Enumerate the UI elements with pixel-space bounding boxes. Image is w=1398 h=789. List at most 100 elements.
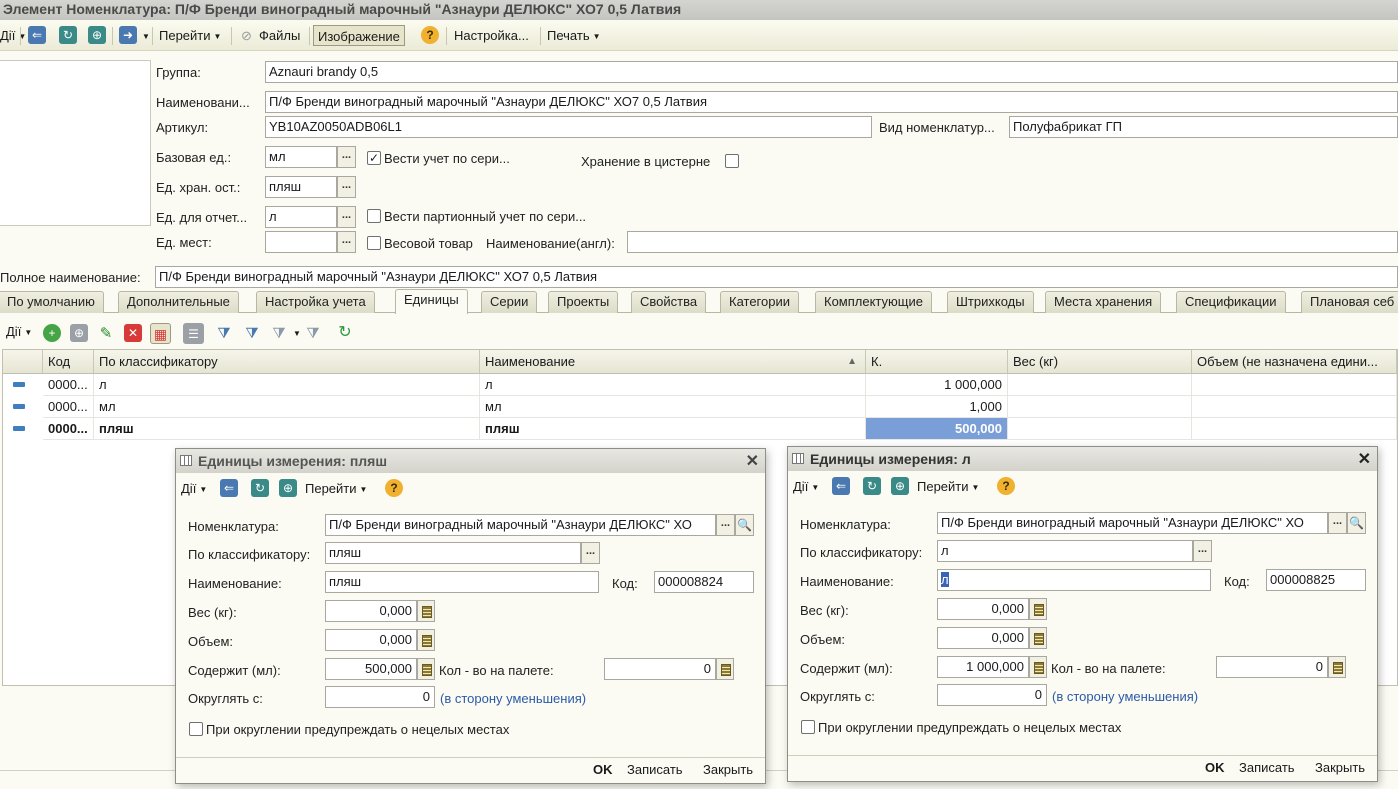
calculator-icon[interactable] (417, 658, 435, 680)
filter-icon[interactable]: ⧩ (215, 324, 233, 342)
filter-value-icon[interactable]: ⧩ (243, 324, 261, 342)
dialog-title-bar[interactable]: Единицы измерения: л (788, 447, 1377, 471)
cell-weight[interactable] (1008, 396, 1192, 418)
refresh-list-icon[interactable]: ↻ (336, 324, 354, 342)
column-header-volume[interactable]: Объем (не назначена едини... (1192, 350, 1397, 374)
tab-specifications[interactable]: Спецификации (1176, 291, 1286, 313)
units-actions-menu[interactable]: Дії ▼ (6, 321, 32, 342)
batch-checkbox[interactable] (367, 209, 381, 223)
ok-button[interactable]: OK (593, 762, 613, 777)
warn-checkbox[interactable] (189, 722, 203, 736)
save-close-icon[interactable]: ⇐ (832, 477, 850, 495)
save-close-icon[interactable]: ⇐ (220, 479, 238, 497)
edit-row-icon[interactable]: ✎ (97, 324, 115, 342)
tank-checkbox[interactable] (725, 154, 739, 168)
report-unit-field[interactable]: л (265, 206, 337, 228)
close-button[interactable]: Закрыть (1315, 760, 1365, 775)
help-icon[interactable]: ? (421, 26, 439, 44)
dialog-title-bar[interactable]: Единицы измерения: пляш (176, 449, 765, 473)
nomenclature-select-button[interactable]: ... (716, 514, 735, 536)
unit-name-field[interactable]: л (937, 569, 1211, 591)
close-icon[interactable]: ✕ (1358, 449, 1371, 469)
calculator-icon[interactable] (417, 629, 435, 651)
chevron-down-icon[interactable]: ▼ (293, 329, 301, 338)
tab-properties[interactable]: Свойства (631, 291, 707, 313)
cell-volume[interactable] (1192, 418, 1397, 440)
classifier-select-button[interactable]: ... (1193, 540, 1212, 562)
save-close-icon[interactable]: ⇐ (28, 26, 46, 44)
tab-series[interactable]: Серии (481, 291, 538, 313)
save-button[interactable]: Записать (1239, 760, 1295, 775)
calculator-icon[interactable] (716, 658, 734, 680)
series-checkbox[interactable]: ✓ (367, 151, 381, 165)
full-name-field[interactable]: П/Ф Бренди виноградный марочный "Азнаури… (155, 266, 1398, 288)
warn-checkbox[interactable] (801, 720, 815, 734)
mark-delete-icon[interactable]: ▦ (150, 323, 171, 344)
dialog-actions-menu[interactable]: Дії ▼ (793, 476, 819, 497)
dialog-goto-menu[interactable]: Перейти ▼ (917, 476, 979, 497)
copy-icon[interactable]: ⊕ (279, 479, 297, 497)
classifier-field[interactable]: л (937, 540, 1193, 562)
column-header-name[interactable]: Наименование ▲ (480, 350, 866, 374)
image-preview[interactable] (0, 60, 151, 226)
tab-planned-cost[interactable]: Плановая себ (1301, 291, 1398, 313)
tab-additional[interactable]: Дополнительные (118, 291, 239, 313)
cell-name[interactable]: л (480, 374, 866, 396)
cell-k[interactable]: 1 000,000 (866, 374, 1008, 396)
weight-field[interactable]: 0,000 (937, 598, 1029, 620)
contains-field[interactable]: 500,000 (325, 658, 417, 680)
dialog-actions-menu[interactable]: Дії ▼ (181, 478, 207, 499)
actions-menu[interactable]: Дії ▼ (0, 25, 26, 46)
cell-name[interactable]: пляш (480, 418, 866, 440)
tab-storage-places[interactable]: Места хранения (1045, 291, 1162, 313)
copy-row-icon[interactable]: ⊕ (70, 324, 88, 342)
copy-icon[interactable]: ⊕ (88, 26, 106, 44)
code-field[interactable]: 000008824 (654, 571, 754, 593)
search-icon[interactable]: 🔍 (1347, 512, 1366, 534)
clear-filter-icon[interactable]: ⧩ (304, 324, 322, 342)
cell-volume[interactable] (1192, 374, 1397, 396)
refresh-icon[interactable]: ↻ (863, 477, 881, 495)
help-icon[interactable]: ? (997, 477, 1015, 495)
weight-field[interactable]: 0,000 (325, 600, 417, 622)
cell-k[interactable]: 1,000 (866, 396, 1008, 418)
delete-row-icon[interactable]: ✕ (124, 324, 142, 342)
classifier-field[interactable]: пляш (325, 542, 581, 564)
column-header-code[interactable]: Код (43, 350, 94, 374)
cell-weight[interactable] (1008, 374, 1192, 396)
round-mode-link[interactable]: (в сторону уменьшения) (440, 691, 586, 706)
cell-weight[interactable] (1008, 418, 1192, 440)
nomenclature-select-button[interactable]: ... (1328, 512, 1347, 534)
save-button[interactable]: Записать (627, 762, 683, 777)
round-field[interactable]: 0 (937, 684, 1047, 706)
column-header-classifier[interactable]: По классификатору (94, 350, 480, 374)
classifier-select-button[interactable]: ... (581, 542, 600, 564)
cell-code[interactable]: 0000... (43, 396, 94, 418)
copy-icon[interactable]: ⊕ (891, 477, 909, 495)
refresh-icon[interactable]: ↻ (59, 26, 77, 44)
calculator-icon[interactable] (1029, 598, 1047, 620)
tab-default[interactable]: По умолчанию (0, 291, 104, 313)
report-unit-select-button[interactable]: ... (337, 206, 356, 228)
cell-classifier[interactable]: мл (94, 396, 480, 418)
base-unit-select-button[interactable]: ... (337, 146, 356, 168)
files-button[interactable]: Файлы (259, 25, 300, 46)
cell-classifier[interactable]: л (94, 374, 480, 396)
name-en-field[interactable] (627, 231, 1398, 253)
filter-history-icon[interactable]: ⧩ (270, 324, 288, 342)
calculator-icon[interactable] (1328, 656, 1346, 678)
print-menu[interactable]: Печать ▼ (547, 25, 601, 46)
search-icon[interactable]: 🔍 (735, 514, 754, 536)
calculator-icon[interactable] (1029, 656, 1047, 678)
cell-name[interactable]: мл (480, 396, 866, 418)
tab-units[interactable]: Единицы (395, 289, 468, 314)
pallet-field[interactable]: 0 (1216, 656, 1328, 678)
calculator-icon[interactable] (417, 600, 435, 622)
pallet-field[interactable]: 0 (604, 658, 716, 680)
cell-classifier[interactable]: пляш (94, 418, 480, 440)
round-field[interactable]: 0 (325, 686, 435, 708)
tab-components[interactable]: Комплектующие (815, 291, 932, 313)
volume-field[interactable]: 0,000 (325, 629, 417, 651)
column-header-k[interactable]: К. (866, 350, 1008, 374)
enter-based-dropdown[interactable]: ▼ (139, 25, 150, 46)
